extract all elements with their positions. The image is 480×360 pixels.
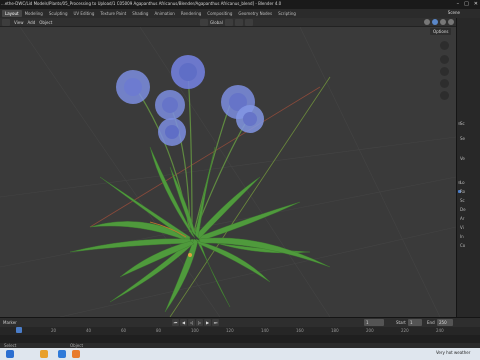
leaf-cluster xyxy=(69,146,331,313)
jump-end-icon[interactable]: ⏭ xyxy=(212,319,219,326)
marker-menu[interactable]: Marker xyxy=(3,319,17,326)
sidebar-label: Vi xyxy=(460,225,464,230)
sidebar-label: Sc xyxy=(460,121,465,126)
timeline-tick: 180 xyxy=(331,328,339,333)
timeline-editor: Marker ⏮ ◀ ◁ ▷ ▶ ⏭ 1 Start 1 End 250 020… xyxy=(0,317,480,344)
pan-icon[interactable] xyxy=(440,67,449,76)
pivot-icon[interactable] xyxy=(224,19,233,26)
timeline-tick: 240 xyxy=(436,328,444,333)
workspace-menubar: Layout Modeling Sculpting UV Editing Texture… xyxy=(0,9,480,18)
camera-view-icon[interactable] xyxy=(440,79,449,88)
grid-floor xyxy=(0,27,456,317)
sidebar-label: Sc xyxy=(460,198,465,203)
sidebar-label: In xyxy=(460,234,464,239)
options-dropdown[interactable]: Options xyxy=(430,28,452,35)
start-label: Start xyxy=(396,320,406,325)
tab-sculpting[interactable]: Sculpting xyxy=(46,10,71,17)
maximize-icon[interactable]: □ xyxy=(464,1,469,7)
timeline-tick: 80 xyxy=(156,328,162,333)
tab-layout[interactable]: Layout xyxy=(2,10,22,17)
tab-scripting[interactable]: Scripting xyxy=(275,10,299,17)
start-frame-field[interactable]: 1 xyxy=(408,319,422,326)
playhead[interactable] xyxy=(16,327,22,333)
menu-view[interactable]: View xyxy=(14,19,24,26)
start-menu-icon[interactable] xyxy=(6,350,14,358)
solid-shading-icon[interactable] xyxy=(432,19,438,25)
orientation-icon[interactable] xyxy=(200,19,208,26)
jump-start-icon[interactable]: ⏮ xyxy=(172,319,179,326)
tab-rendering[interactable]: Rendering xyxy=(178,10,204,17)
menu-add[interactable]: Add xyxy=(28,19,36,26)
viewport-header: View Add Object Global xyxy=(0,18,456,27)
viewport-3d[interactable]: Options xyxy=(0,27,456,317)
scene-selector[interactable]: Scene xyxy=(448,10,460,15)
timeline-tick: 160 xyxy=(296,328,304,333)
browser-icon[interactable] xyxy=(58,350,66,358)
play-icon[interactable]: ▷ xyxy=(196,319,203,326)
play-reverse-icon[interactable]: ◁ xyxy=(188,319,195,326)
timeline-tick: 120 xyxy=(226,328,234,333)
timeline-tick: 220 xyxy=(401,328,409,333)
timeline-tick: 140 xyxy=(261,328,269,333)
tab-uv-editing[interactable]: UV Editing xyxy=(71,10,98,17)
workspace-tabs: Layout Modeling Sculpting UV Editing Texture… xyxy=(2,10,299,17)
current-frame-field[interactable]: 1 xyxy=(364,319,384,326)
blender-app-icon[interactable] xyxy=(72,350,80,358)
sidebar-label: Ro xyxy=(460,189,466,194)
close-icon[interactable]: ✕ xyxy=(474,1,478,7)
sidebar-label: Co xyxy=(460,243,466,248)
menu-object[interactable]: Object xyxy=(39,19,52,26)
tab-geometry-nodes[interactable]: Geometry Nodes xyxy=(235,10,275,17)
wireframe-shading-icon[interactable] xyxy=(424,19,430,25)
prev-keyframe-icon[interactable]: ◀ xyxy=(180,319,187,326)
perspective-toggle-icon[interactable] xyxy=(440,91,449,100)
timeline-tick: 60 xyxy=(121,328,127,333)
file-explorer-icon[interactable] xyxy=(40,350,48,358)
orientation-dropdown[interactable]: Global xyxy=(210,19,223,26)
tab-animation[interactable]: Animation xyxy=(151,10,177,17)
tab-modeling[interactable]: Modeling xyxy=(22,10,46,17)
navigation-gizmo-icon[interactable] xyxy=(440,41,449,50)
timeline-tick: 20 xyxy=(51,328,57,333)
tab-compositing[interactable]: Compositing xyxy=(204,10,235,17)
sidebar-label: Ar xyxy=(460,216,465,221)
next-keyframe-icon[interactable]: ▶ xyxy=(204,319,211,326)
sidebar-label: Se xyxy=(460,136,465,141)
timeline-tick: 40 xyxy=(86,328,92,333)
window-title: ...ethe-DWC/Lid Models/Plants/05_Process… xyxy=(1,1,282,6)
timeline-tick: 200 xyxy=(366,328,374,333)
rendered-shading-icon[interactable] xyxy=(448,19,454,25)
x-axis-line xyxy=(89,86,321,228)
zoom-icon[interactable] xyxy=(440,55,449,64)
sidebar-label: De xyxy=(460,207,466,212)
timeline-ruler[interactable]: 020406080100120140160180200220240 xyxy=(0,327,480,335)
plant-scene xyxy=(0,27,456,317)
timeline-tick: 100 xyxy=(191,328,199,333)
tab-texture-paint[interactable]: Texture Paint xyxy=(97,10,129,17)
minimize-icon[interactable]: – xyxy=(457,1,460,7)
snap-icon[interactable] xyxy=(234,19,243,26)
proportional-edit-icon[interactable] xyxy=(244,19,253,26)
end-label: End xyxy=(427,320,435,325)
tab-shading[interactable]: Shading xyxy=(129,10,151,17)
window-titlebar: ...ethe-DWC/Lid Models/Plants/05_Process… xyxy=(0,0,480,9)
end-frame-field[interactable]: 250 xyxy=(437,319,453,326)
weather-widget[interactable]: Very hot weather xyxy=(436,350,470,355)
properties-sidebar: Sc Se Ve Lo Ro Sc De Ar Vi In Co xyxy=(456,18,480,317)
editor-type-icon[interactable] xyxy=(2,19,10,26)
origin-point-icon xyxy=(188,253,192,257)
material-shading-icon[interactable] xyxy=(440,19,446,25)
sidebar-label: Ve xyxy=(460,156,465,161)
os-taskbar: Very hot weather xyxy=(0,348,480,360)
sidebar-label: Lo xyxy=(460,180,465,185)
